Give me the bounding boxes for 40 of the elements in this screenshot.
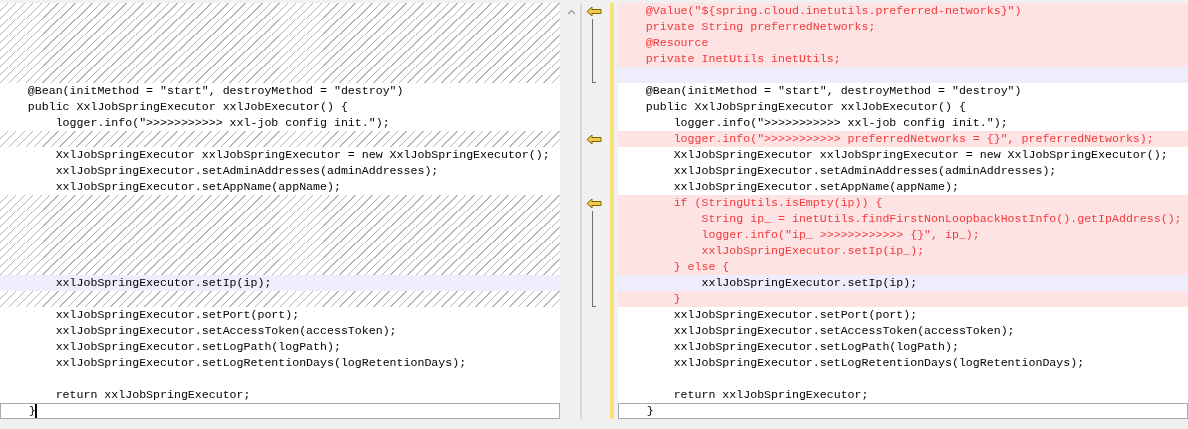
code-line: String ip_ = inetUtils.findFirstNonLoopbackHostInfo().getIpAddress();: [700, 211, 1182, 227]
code-line: @Bean(initMethod = "start", destroyMethod = "destroy"): [26, 83, 404, 99]
code-line: xxlJobSpringExecutor.setAppName(appName);: [672, 179, 959, 195]
code-line: private String preferredNetworks;: [644, 19, 876, 35]
code-line: public XxlJobSpringExecutor xxlJobExecutor() {: [26, 99, 348, 115]
code-line: @Bean(initMethod = "start", destroyMethod = "destroy"): [644, 83, 1022, 99]
code-line: xxlJobSpringExecutor.setLogRetentionDays(logRetentionDays);: [672, 355, 1085, 371]
code-line: @Value("${spring.cloud.inetutils.preferred-networks}"): [644, 3, 1022, 19]
code-line: @Resource: [644, 35, 709, 51]
code-line: logger.info(">>>>>>>>>>> preferredNetworks = {}", preferredNetworks);: [672, 131, 1154, 147]
code-line: xxlJobSpringExecutor.setPort(port);: [54, 307, 300, 323]
code-line: xxlJobSpringExecutor.setAdminAddresses(adminAddresses);: [54, 163, 439, 179]
code-line: logger.info("ip_ >>>>>>>>>>>> {}", ip_);: [700, 227, 980, 243]
code-line: logger.info(">>>>>>>>>>> xxl-job config init.");: [54, 115, 390, 131]
code-line: }: [645, 404, 654, 418]
code-line: xxlJobSpringExecutor.setAccessToken(accessToken);: [54, 323, 397, 339]
code-line: XxlJobSpringExecutor xxlJobSpringExecutor = new XxlJobSpringExecutor();: [672, 147, 1168, 163]
code-line: xxlJobSpringExecutor.setAppName(appName);: [54, 179, 341, 195]
code-line: }: [672, 291, 681, 307]
code-line: XxlJobSpringExecutor xxlJobSpringExecutor = new XxlJobSpringExecutor();: [54, 147, 550, 163]
code-line: public XxlJobSpringExecutor xxlJobExecutor() {: [644, 99, 966, 115]
code-line: xxlJobSpringExecutor.setLogPath(logPath);: [672, 339, 959, 355]
code-line: logger.info(">>>>>>>>>>> xxl-job config init.");: [672, 115, 1008, 131]
code-line: }: [27, 404, 36, 418]
code-line: } else {: [672, 259, 730, 275]
code-line: xxlJobSpringExecutor.setAccessToken(accessToken);: [672, 323, 1015, 339]
left-arrow-icon[interactable]: [586, 133, 602, 145]
code-line: xxlJobSpringExecutor.setIp(ip);: [54, 275, 272, 291]
code-line: xxlJobSpringExecutor.setLogPath(logPath);: [54, 339, 341, 355]
code-line: xxlJobSpringExecutor.setAdminAddresses(adminAddresses);: [672, 163, 1057, 179]
code-line: xxlJobSpringExecutor.setLogRetentionDays(logRetentionDays);: [54, 355, 467, 371]
left-arrow-icon[interactable]: [586, 197, 602, 209]
code-line: if (StringUtils.isEmpty(ip)) {: [672, 195, 883, 211]
code-line: xxlJobSpringExecutor.setIp(ip);: [700, 275, 918, 291]
code-line: return xxlJobSpringExecutor;: [672, 387, 869, 403]
code-line: xxlJobSpringExecutor.setIp(ip_);: [700, 243, 925, 259]
code-line: return xxlJobSpringExecutor;: [54, 387, 251, 403]
code-line: xxlJobSpringExecutor.setPort(port);: [672, 307, 918, 323]
code-line: private InetUtils inetUtils;: [644, 51, 841, 67]
left-arrow-icon[interactable]: [586, 5, 602, 17]
